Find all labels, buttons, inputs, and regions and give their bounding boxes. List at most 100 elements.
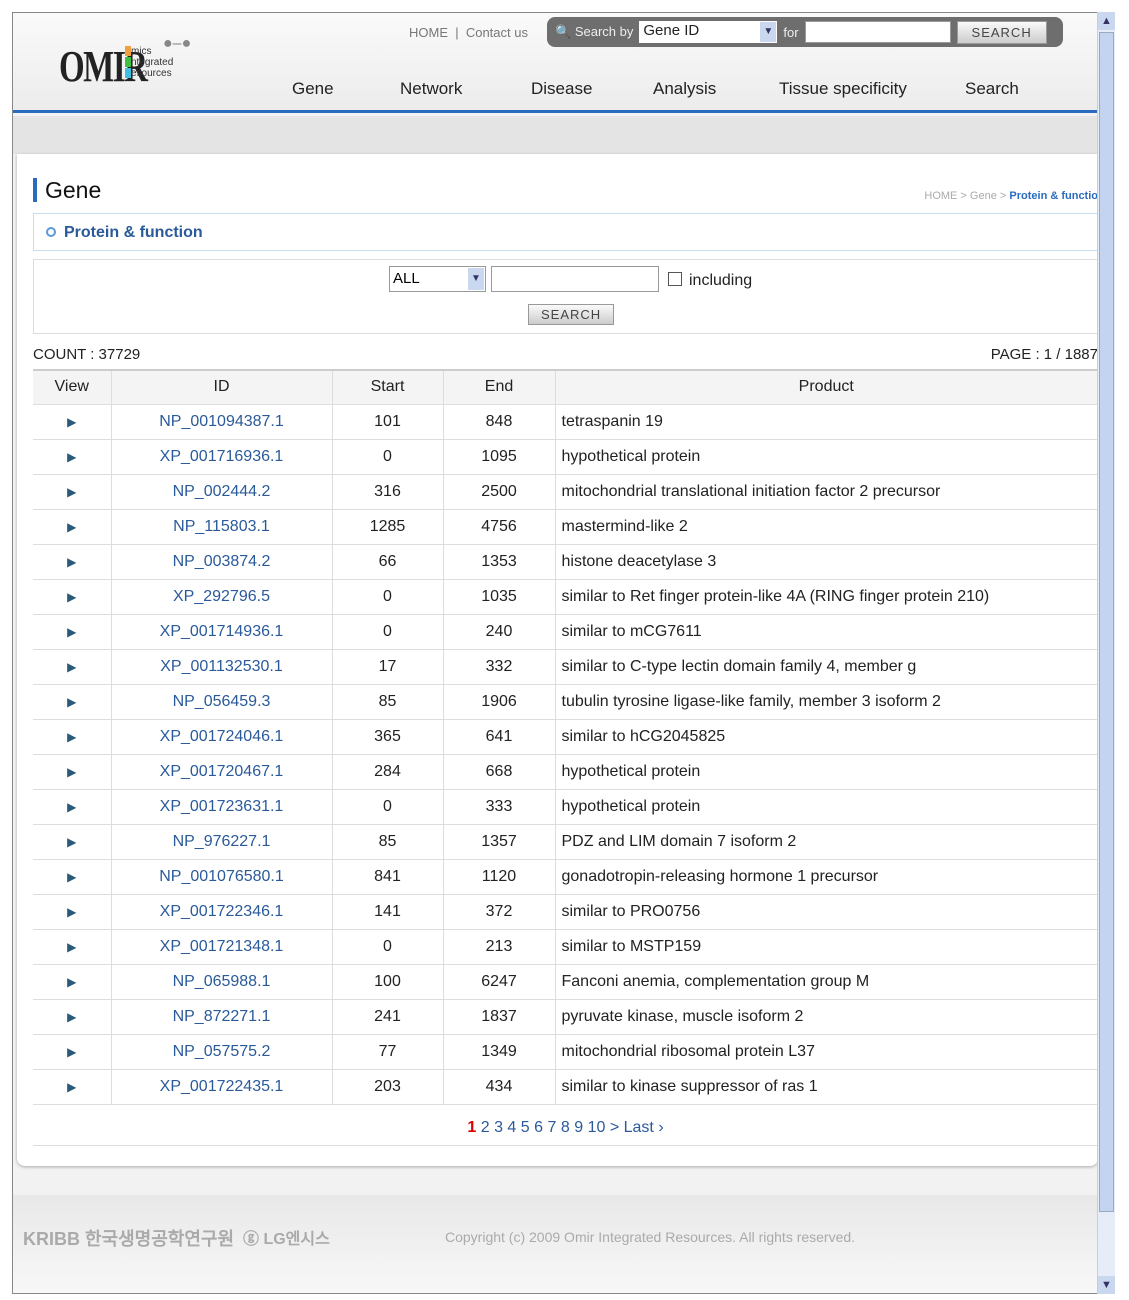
play-arrow-icon[interactable]: ▶ xyxy=(67,625,76,639)
contact-link[interactable]: Contact us xyxy=(466,25,528,40)
product-cell: tubulin tyrosine ligase-like family, mem… xyxy=(555,684,1098,720)
gene-id-link[interactable]: NP_003874.2 xyxy=(173,553,271,570)
gene-id-link[interactable]: XP_001722435.1 xyxy=(160,1078,284,1095)
play-arrow-icon[interactable]: ▶ xyxy=(67,765,76,779)
gene-id-link[interactable]: NP_002444.2 xyxy=(173,483,271,500)
view-cell[interactable]: ▶ xyxy=(33,929,112,965)
play-arrow-icon[interactable]: ▶ xyxy=(67,450,76,464)
breadcrumb-gene[interactable]: Gene xyxy=(970,190,997,202)
gene-id-link[interactable]: XP_001714936.1 xyxy=(160,623,284,640)
play-arrow-icon[interactable]: ▶ xyxy=(67,730,76,744)
page-next-link[interactable]: > xyxy=(610,1119,619,1136)
view-cell[interactable]: ▶ xyxy=(33,789,112,825)
play-arrow-icon[interactable]: ▶ xyxy=(67,415,76,429)
nav-gene[interactable]: Gene xyxy=(292,79,334,99)
gene-id-link[interactable]: XP_001722346.1 xyxy=(160,903,284,920)
table-row: ▶ XP_001720467.1 284 668 hypothetical pr… xyxy=(33,754,1098,790)
view-cell[interactable]: ▶ xyxy=(33,754,112,790)
view-cell[interactable]: ▶ xyxy=(33,614,112,650)
play-arrow-icon[interactable]: ▶ xyxy=(67,520,76,534)
view-cell[interactable]: ▶ xyxy=(33,544,112,580)
scroll-down-icon[interactable]: ▼ xyxy=(1098,1276,1115,1294)
gene-id-link[interactable]: NP_976227.1 xyxy=(173,833,271,850)
play-arrow-icon[interactable]: ▶ xyxy=(67,660,76,674)
play-arrow-icon[interactable]: ▶ xyxy=(67,1010,76,1024)
play-arrow-icon[interactable]: ▶ xyxy=(67,590,76,604)
view-cell[interactable]: ▶ xyxy=(33,719,112,755)
play-arrow-icon[interactable]: ▶ xyxy=(67,800,76,814)
view-cell[interactable]: ▶ xyxy=(33,964,112,1000)
page-link[interactable]: 7 xyxy=(548,1119,557,1136)
global-search-button[interactable]: SEARCH xyxy=(956,20,1047,44)
section-header: Protein & function xyxy=(33,213,1098,251)
gene-id-link[interactable]: XP_001724046.1 xyxy=(160,728,284,745)
view-cell[interactable]: ▶ xyxy=(33,509,112,545)
play-arrow-icon[interactable]: ▶ xyxy=(67,905,76,919)
filter-input[interactable] xyxy=(491,266,659,292)
view-cell[interactable]: ▶ xyxy=(33,824,112,860)
view-cell[interactable]: ▶ xyxy=(33,474,112,510)
view-cell[interactable]: ▶ xyxy=(33,579,112,615)
gene-id-link[interactable]: NP_065988.1 xyxy=(173,973,271,990)
filter-select[interactable]: ALL ▼ xyxy=(389,266,486,292)
nav-disease[interactable]: Disease xyxy=(531,79,592,99)
gene-id-link[interactable]: NP_056459.3 xyxy=(173,693,271,710)
play-arrow-icon[interactable]: ▶ xyxy=(67,870,76,884)
gene-id-link[interactable]: NP_001094387.1 xyxy=(159,413,284,430)
view-cell[interactable]: ▶ xyxy=(33,859,112,895)
gene-id-link[interactable]: NP_872271.1 xyxy=(173,1008,271,1025)
start-cell: 365 xyxy=(332,719,444,755)
play-arrow-icon[interactable]: ▶ xyxy=(67,485,76,499)
view-cell[interactable]: ▶ xyxy=(33,684,112,720)
scroll-thumb[interactable] xyxy=(1099,32,1114,1212)
view-cell[interactable]: ▶ xyxy=(33,439,112,475)
gene-id-link[interactable]: NP_057575.2 xyxy=(173,1043,271,1060)
view-cell[interactable]: ▶ xyxy=(33,1034,112,1070)
play-arrow-icon[interactable]: ▶ xyxy=(67,975,76,989)
play-arrow-icon[interactable]: ▶ xyxy=(67,940,76,954)
play-arrow-icon[interactable]: ▶ xyxy=(67,835,76,849)
page-link[interactable]: 3 xyxy=(494,1119,503,1136)
page-link[interactable]: 4 xyxy=(507,1119,516,1136)
start-cell: 0 xyxy=(332,789,444,825)
page-link[interactable]: 10 xyxy=(588,1119,606,1136)
gene-id-link[interactable]: XP_001723631.1 xyxy=(160,798,284,815)
page-link[interactable]: 8 xyxy=(561,1119,570,1136)
play-arrow-icon[interactable]: ▶ xyxy=(67,555,76,569)
gene-id-link[interactable]: XP_001716936.1 xyxy=(160,448,284,465)
page-link[interactable]: 2 xyxy=(481,1119,490,1136)
page-link[interactable]: 5 xyxy=(521,1119,530,1136)
gene-id-link[interactable]: XP_001721348.1 xyxy=(160,938,284,955)
nav-analysis[interactable]: Analysis xyxy=(653,79,716,99)
gene-id-link[interactable]: XP_001720467.1 xyxy=(160,763,284,780)
breadcrumb-home[interactable]: HOME xyxy=(924,190,957,202)
gene-id-link[interactable]: NP_001076580.1 xyxy=(159,868,284,885)
play-arrow-icon[interactable]: ▶ xyxy=(67,695,76,709)
scroll-up-icon[interactable]: ▲ xyxy=(1098,12,1115,30)
view-cell[interactable]: ▶ xyxy=(33,404,112,440)
gene-id-link[interactable]: NP_115803.1 xyxy=(173,518,270,535)
nav-network[interactable]: Network xyxy=(400,79,462,99)
gene-id-link[interactable]: XP_292796.5 xyxy=(173,588,270,605)
view-cell[interactable]: ▶ xyxy=(33,999,112,1035)
view-cell[interactable]: ▶ xyxy=(33,894,112,930)
product-cell: mitochondrial translational initiation f… xyxy=(555,474,1098,510)
vertical-scrollbar[interactable]: ▲ ▼ xyxy=(1097,12,1115,1294)
play-arrow-icon[interactable]: ▶ xyxy=(67,1080,76,1094)
gene-id-link[interactable]: XP_001132530.1 xyxy=(160,658,282,675)
page-link[interactable]: 9 xyxy=(574,1119,583,1136)
view-cell[interactable]: ▶ xyxy=(33,1069,112,1105)
including-label: including xyxy=(689,272,753,289)
home-link[interactable]: HOME xyxy=(409,25,448,40)
play-arrow-icon[interactable]: ▶ xyxy=(67,1045,76,1059)
including-checkbox[interactable] xyxy=(668,272,682,286)
nav-tissue-specificity[interactable]: Tissue specificity xyxy=(779,79,907,99)
search-field-select[interactable]: Gene ID ▼ xyxy=(639,21,778,43)
global-search-input[interactable] xyxy=(804,21,951,43)
page-last-link[interactable]: Last › xyxy=(624,1119,664,1136)
table-row: ▶ XP_292796.5 0 1035 similar to Ret fing… xyxy=(33,579,1098,615)
filter-search-button[interactable]: SEARCH xyxy=(528,304,615,325)
nav-search[interactable]: Search xyxy=(965,79,1019,99)
view-cell[interactable]: ▶ xyxy=(33,649,112,685)
page-link[interactable]: 6 xyxy=(534,1119,543,1136)
